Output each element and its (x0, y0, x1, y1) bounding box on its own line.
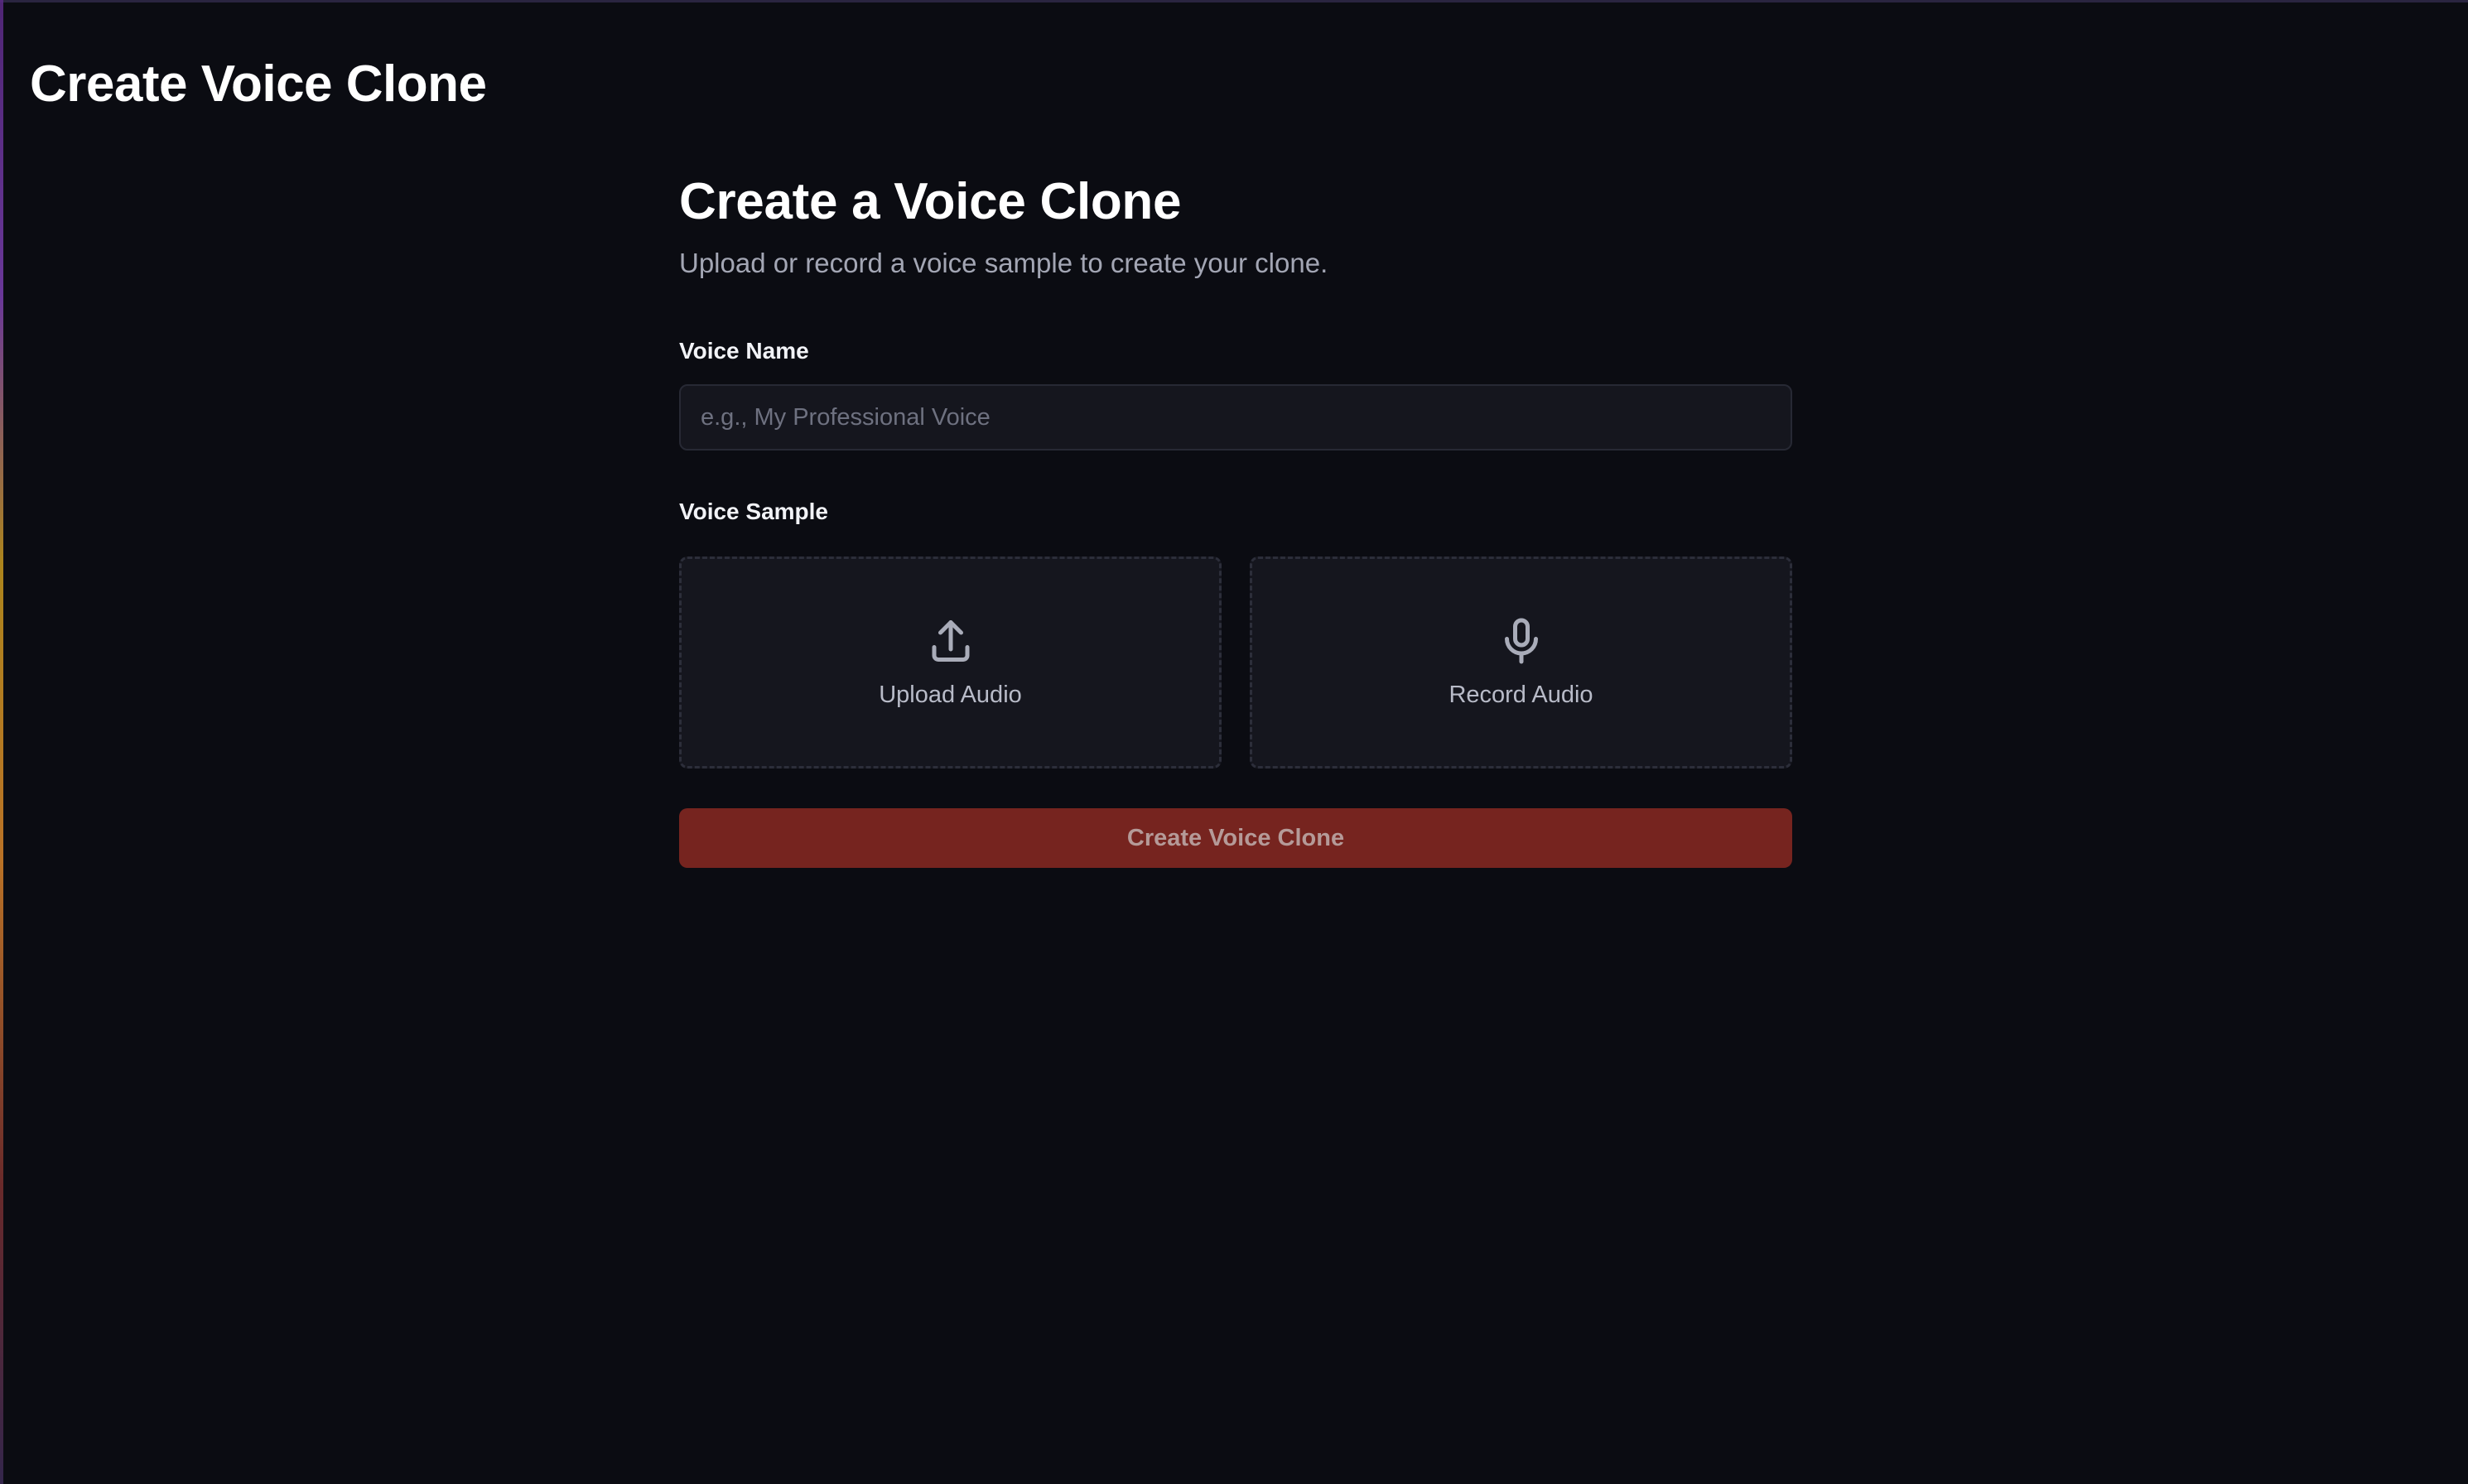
voice-sample-label: Voice Sample (679, 499, 829, 524)
voice-name-label: Voice Name (679, 338, 809, 364)
page-title: Create Voice Clone (30, 55, 487, 113)
microphone-icon (1495, 614, 1548, 667)
upload-icon (924, 614, 977, 667)
left-edge-accent (0, 0, 3, 1484)
record-audio-button[interactable]: Record Audio (1250, 556, 1792, 768)
voice-name-input[interactable] (679, 384, 1792, 450)
voice-clone-form: Create a Voice Clone Upload or record a … (679, 169, 1792, 868)
form-heading: Create a Voice Clone (679, 173, 1182, 230)
record-audio-label: Record Audio (1449, 682, 1593, 708)
form-subheading: Upload or record a voice sample to creat… (679, 248, 1328, 278)
voice-sample-options: Upload Audio Record Audio (679, 556, 1792, 768)
upload-audio-label: Upload Audio (879, 682, 1022, 708)
create-voice-clone-button[interactable]: Create Voice Clone (679, 808, 1792, 868)
upload-audio-button[interactable]: Upload Audio (679, 556, 1222, 768)
